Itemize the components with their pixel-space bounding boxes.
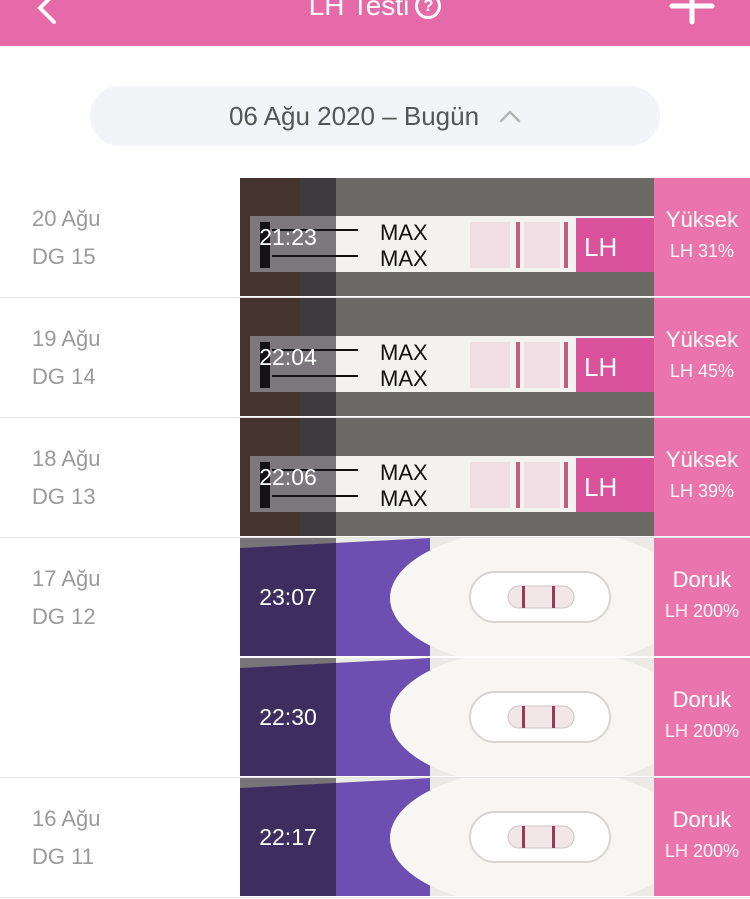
test-entry[interactable]: MAX MAX LH 22:06 Yüksek LH 39% — [240, 418, 750, 536]
result-level: Doruk — [672, 807, 732, 832]
chevron-up-icon — [499, 110, 521, 123]
result-lh-value: LH 39% — [669, 481, 735, 501]
result-level: Doruk — [672, 687, 732, 712]
test-entry[interactable]: 22:17 Doruk LH 200% — [240, 778, 750, 896]
row-divider — [0, 897, 750, 898]
plus-icon[interactable] — [668, 0, 716, 32]
question-circle-icon[interactable]: ? — [415, 0, 442, 19]
test-result: Yüksek LH 45% — [654, 298, 750, 416]
test-result: Doruk LH 200% — [654, 538, 750, 656]
result-level: Doruk — [672, 567, 732, 592]
result-lh-value: LH 200% — [664, 601, 740, 621]
svg-text:MAX: MAX — [380, 246, 428, 271]
day-row: 17 Ağu DG 12 23:07 Doruk LH 200% 22:30 Do… — [0, 538, 750, 778]
test-time: 22:06 — [240, 418, 336, 536]
day-label: 16 Ağu DG 11 — [32, 800, 101, 876]
test-entry[interactable]: MAX MAX LH 22:04 Yüksek LH 45% — [240, 298, 750, 416]
result-lh-value: LH 200% — [664, 841, 740, 861]
test-result: Yüksek LH 39% — [654, 418, 750, 536]
day-row: 20 Ağu DG 15 MAX MAX LH 21:23 Yüksek LH 3… — [0, 178, 750, 298]
day-row: 19 Ağu DG 14 MAX MAX LH 22:04 Yüksek LH 4… — [0, 298, 750, 418]
test-entry[interactable]: 22:30 Doruk LH 200% — [240, 658, 750, 776]
test-time: 21:23 — [240, 178, 336, 296]
date-range-filter[interactable]: 06 Ağu 2020 – Bugün — [90, 86, 660, 146]
test-result: Doruk LH 200% — [654, 778, 750, 896]
day-date: 20 Ağu — [32, 206, 101, 231]
svg-text:LH: LH — [584, 232, 617, 262]
day-label: 18 Ağu DG 13 — [32, 440, 101, 516]
cycle-day: DG 13 — [32, 484, 96, 509]
result-level: Yüksek — [665, 327, 739, 352]
test-result: Yüksek LH 31% — [654, 178, 750, 296]
day-date: 17 Ağu — [32, 566, 101, 591]
svg-text:MAX: MAX — [380, 366, 428, 391]
cycle-day: DG 14 — [32, 364, 96, 389]
svg-text:MAX: MAX — [380, 460, 428, 485]
test-time: 22:04 — [240, 298, 336, 416]
day-row: 18 Ağu DG 13 MAX MAX LH 22:06 Yüksek LH 3… — [0, 418, 750, 538]
day-date: 18 Ağu — [32, 446, 101, 471]
page-title-text: LH Testi — [308, 0, 410, 21]
cycle-day: DG 11 — [32, 844, 94, 869]
test-result: Doruk LH 200% — [654, 658, 750, 776]
svg-text:MAX: MAX — [380, 486, 428, 511]
date-range-label: 06 Ağu 2020 – Bugün — [228, 100, 480, 131]
cycle-day: DG 15 — [32, 244, 96, 269]
svg-text:LH: LH — [584, 472, 617, 502]
day-row: 16 Ağu DG 11 22:17 Doruk LH 200% — [0, 778, 750, 898]
page-title: LH Testi? — [0, 0, 750, 24]
day-label: 19 Ağu DG 14 — [32, 320, 101, 396]
day-label: 17 Ağu DG 12 — [32, 560, 101, 636]
result-lh-value: LH 31% — [669, 241, 735, 261]
result-level: Yüksek — [665, 207, 739, 232]
svg-text:MAX: MAX — [380, 340, 428, 365]
result-lh-value: LH 45% — [669, 361, 735, 381]
day-date: 16 Ağu — [32, 806, 101, 831]
day-label: 20 Ağu DG 15 — [32, 200, 101, 276]
test-entry[interactable]: MAX MAX LH 21:23 Yüksek LH 31% — [240, 178, 750, 296]
test-time: 22:30 — [240, 658, 336, 776]
test-time: 22:17 — [240, 778, 336, 896]
result-level: Yüksek — [665, 447, 739, 472]
result-lh-value: LH 200% — [664, 721, 740, 741]
day-date: 19 Ağu — [32, 326, 101, 351]
app-header: LH Testi? — [0, 0, 750, 46]
svg-text:MAX: MAX — [380, 220, 428, 245]
svg-text:LH: LH — [584, 352, 617, 382]
cycle-day: DG 12 — [32, 604, 96, 629]
test-time: 23:07 — [240, 538, 336, 656]
test-entry[interactable]: 23:07 Doruk LH 200% — [240, 538, 750, 656]
